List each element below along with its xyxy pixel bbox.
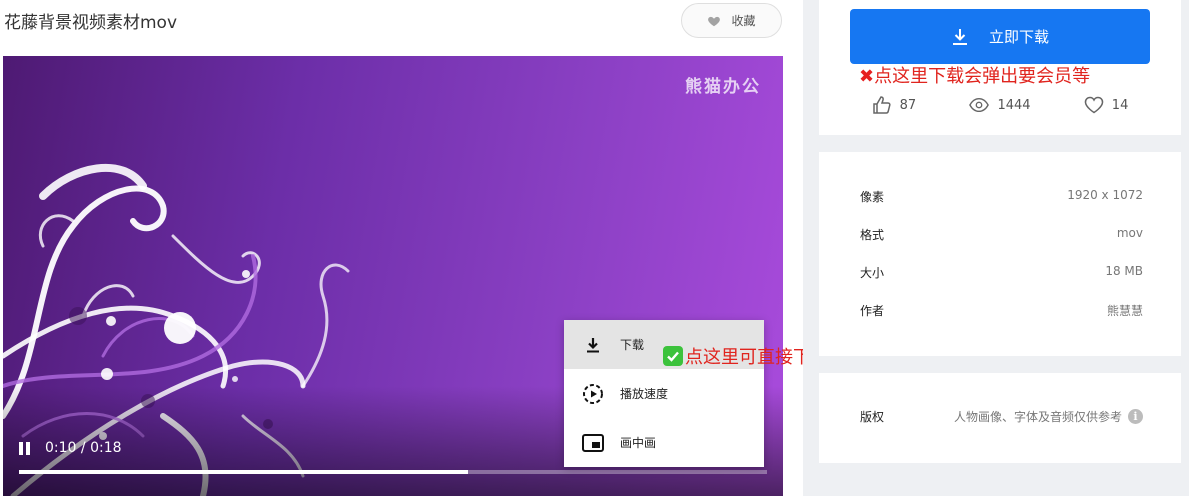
- meta-key: 格式: [860, 228, 885, 242]
- heart-outline-icon: [1084, 96, 1104, 114]
- meta-row-copyright: 版权 人物画像、字体及音频仅供参考 i: [860, 408, 1143, 425]
- video-progress-bar[interactable]: [19, 470, 767, 474]
- picture-in-picture-icon: [582, 432, 604, 454]
- context-menu-picture-in-picture[interactable]: 画中画: [564, 418, 764, 467]
- context-menu-label: 画中画: [620, 436, 657, 450]
- likes-stat[interactable]: 87: [872, 96, 917, 114]
- download-icon: [582, 334, 604, 356]
- context-menu-label: 下载: [620, 338, 645, 352]
- favorites-stat[interactable]: 14: [1084, 96, 1129, 114]
- meta-value: 18 MB: [1105, 264, 1143, 278]
- video-progress-fill: [19, 470, 468, 474]
- context-menu-label: 播放速度: [620, 387, 669, 401]
- cross-mark-icon: ✖: [859, 66, 875, 87]
- file-info-card: 像素 1920 x 1072 格式 mov 大小 18 MB 作者 熊慧慧: [819, 152, 1181, 356]
- member-popup-text: 点这里下载会弹出要会员等: [874, 66, 1091, 87]
- favorite-label: 收藏: [731, 14, 756, 28]
- page: 花藤背景视频素材mov 收藏 熊猫办公 0:10 / 0:18 下载 播放速度 …: [0, 0, 1189, 496]
- video-time: 0:10 / 0:18: [45, 440, 122, 456]
- meta-row-size: 大小 18 MB: [860, 264, 1143, 281]
- views-count: 1444: [997, 97, 1031, 113]
- video-controls: 0:10 / 0:18: [19, 440, 122, 456]
- eye-icon: [969, 97, 990, 113]
- copyright-value: 人物画像、字体及音频仅供参考 i: [954, 408, 1143, 425]
- info-icon[interactable]: i: [1128, 409, 1143, 424]
- current-time: 0:10: [45, 440, 77, 456]
- favorites-count: 14: [1111, 97, 1129, 113]
- likes-count: 87: [899, 97, 917, 113]
- meta-key: 像素: [860, 190, 885, 204]
- copyright-text: 人物画像、字体及音频仅供参考: [953, 410, 1122, 424]
- download-card: 立即下载 ✖点这里下载会弹出要会员等 87 1444 14: [819, 0, 1181, 135]
- meta-key: 大小: [860, 266, 885, 280]
- download-now-button[interactable]: 立即下载: [850, 9, 1150, 64]
- meta-key: 作者: [860, 304, 885, 318]
- thumbs-up-icon: [872, 96, 891, 114]
- heart-icon: [708, 16, 721, 26]
- favorite-button[interactable]: 收藏: [681, 3, 782, 38]
- video-watermark: 熊猫办公: [685, 77, 761, 97]
- member-popup-annotation: ✖点这里下载会弹出要会员等: [859, 62, 1090, 88]
- download-now-label: 立即下载: [988, 28, 1049, 46]
- meta-value: 1920 x 1072: [1067, 188, 1143, 202]
- playback-speed-icon: [582, 383, 604, 405]
- time-separator: /: [80, 440, 86, 456]
- copyright-card: 版权 人物画像、字体及音频仅供参考 i: [819, 373, 1181, 463]
- download-icon: [952, 28, 967, 45]
- check-mark-icon: [663, 346, 683, 366]
- duration: 0:18: [90, 440, 122, 456]
- meta-row-resolution: 像素 1920 x 1072: [860, 188, 1143, 205]
- meta-value: mov: [1116, 226, 1143, 240]
- meta-value[interactable]: 熊慧慧: [1107, 302, 1143, 319]
- page-title: 花藤背景视频素材mov: [4, 13, 178, 33]
- pause-icon[interactable]: [19, 441, 31, 455]
- context-menu-playback-speed[interactable]: 播放速度: [564, 369, 764, 418]
- meta-row-format: 格式 mov: [860, 226, 1143, 243]
- copyright-key: 版权: [860, 410, 885, 424]
- stats-row: 87 1444 14: [819, 96, 1181, 114]
- views-stat: 1444: [969, 96, 1031, 114]
- meta-row-author: 作者 熊慧慧: [860, 302, 1143, 319]
- sidebar: 立即下载 ✖点这里下载会弹出要会员等 87 1444 14 像素 1920 x …: [803, 0, 1189, 496]
